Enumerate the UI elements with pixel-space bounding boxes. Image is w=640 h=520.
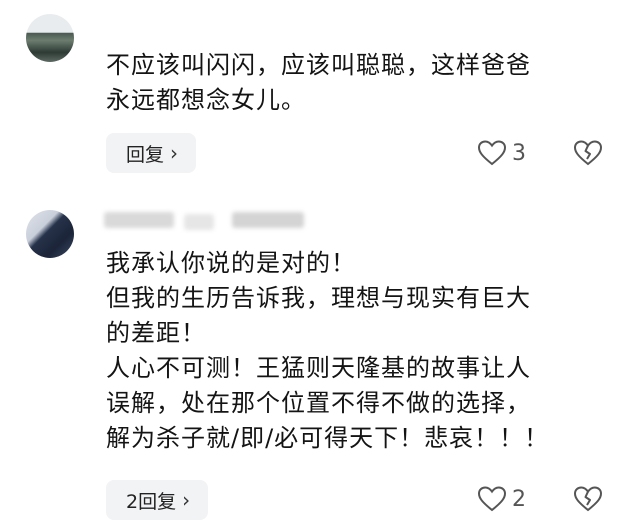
dislike-button[interactable] <box>574 140 602 166</box>
reply-button[interactable]: 回复 › <box>106 133 197 173</box>
username-blurred <box>184 214 214 230</box>
username-blurred <box>232 212 304 228</box>
like-button[interactable]: 2 <box>478 486 526 512</box>
comment-text: 我承认你说的是对的！ 但我的生历告诉我，理想与现实有巨大 的差距！ 人心不可测！… <box>106 249 550 452</box>
reply-button[interactable]: 2回复 › <box>106 480 209 520</box>
like-count: 2 <box>512 486 526 512</box>
like-button[interactable]: 3 <box>478 140 526 166</box>
username-blurred <box>104 212 174 228</box>
reply-label: 2回复 <box>126 490 177 513</box>
like-count: 3 <box>512 140 526 166</box>
heart-outline-icon <box>478 486 506 512</box>
chevron-right-icon: › <box>182 488 191 512</box>
heart-outline-icon <box>478 140 506 166</box>
commenter-avatar[interactable] <box>26 14 74 62</box>
dislike-button[interactable] <box>574 486 602 512</box>
commenter-avatar[interactable] <box>26 210 74 258</box>
broken-heart-icon <box>574 140 602 166</box>
broken-heart-icon <box>574 486 602 512</box>
chevron-right-icon: › <box>170 141 179 165</box>
comment-text: 不应该叫闪闪，应该叫聪聪，这样爸爸 永远都想念女儿。 <box>106 51 531 114</box>
reply-label: 回复 <box>126 143 165 166</box>
